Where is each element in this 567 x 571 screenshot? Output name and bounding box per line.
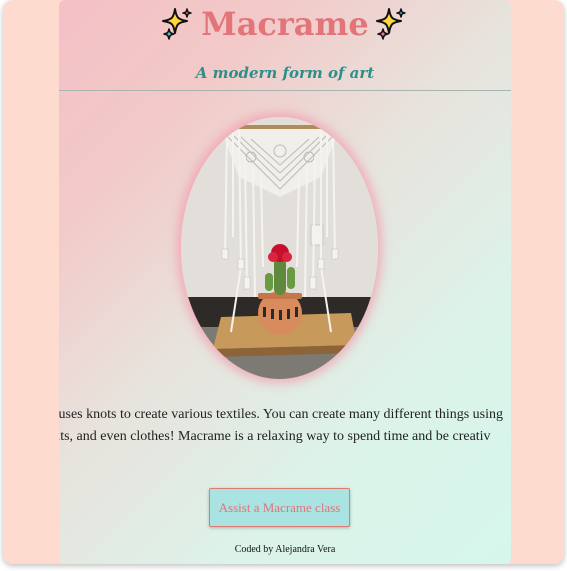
- description-line: that uses knots to create various textil…: [59, 407, 504, 422]
- sparkles-icon: [162, 8, 193, 40]
- macrame-wall-hanging-photo: [181, 117, 378, 379]
- description: that uses knots to create various textil…: [59, 404, 511, 448]
- sparkles-icon: [375, 8, 406, 40]
- page-subtitle: A modern form of art: [195, 64, 375, 82]
- page-title: Macrame: [201, 5, 369, 43]
- header-divider: [59, 90, 511, 91]
- description-line: ses, belts, and even clothes! Macrame is…: [59, 429, 491, 444]
- footer-credit: Coded by Alejandra Vera: [234, 544, 336, 555]
- page-frame: Macrame A modern form of art that uses k…: [3, 0, 564, 564]
- header: Macrame: [59, 4, 511, 44]
- content-card: Macrame A modern form of art that uses k…: [59, 0, 511, 564]
- assist-class-button[interactable]: Assist a Macrame class: [209, 488, 350, 527]
- macrame-photo: [181, 117, 378, 379]
